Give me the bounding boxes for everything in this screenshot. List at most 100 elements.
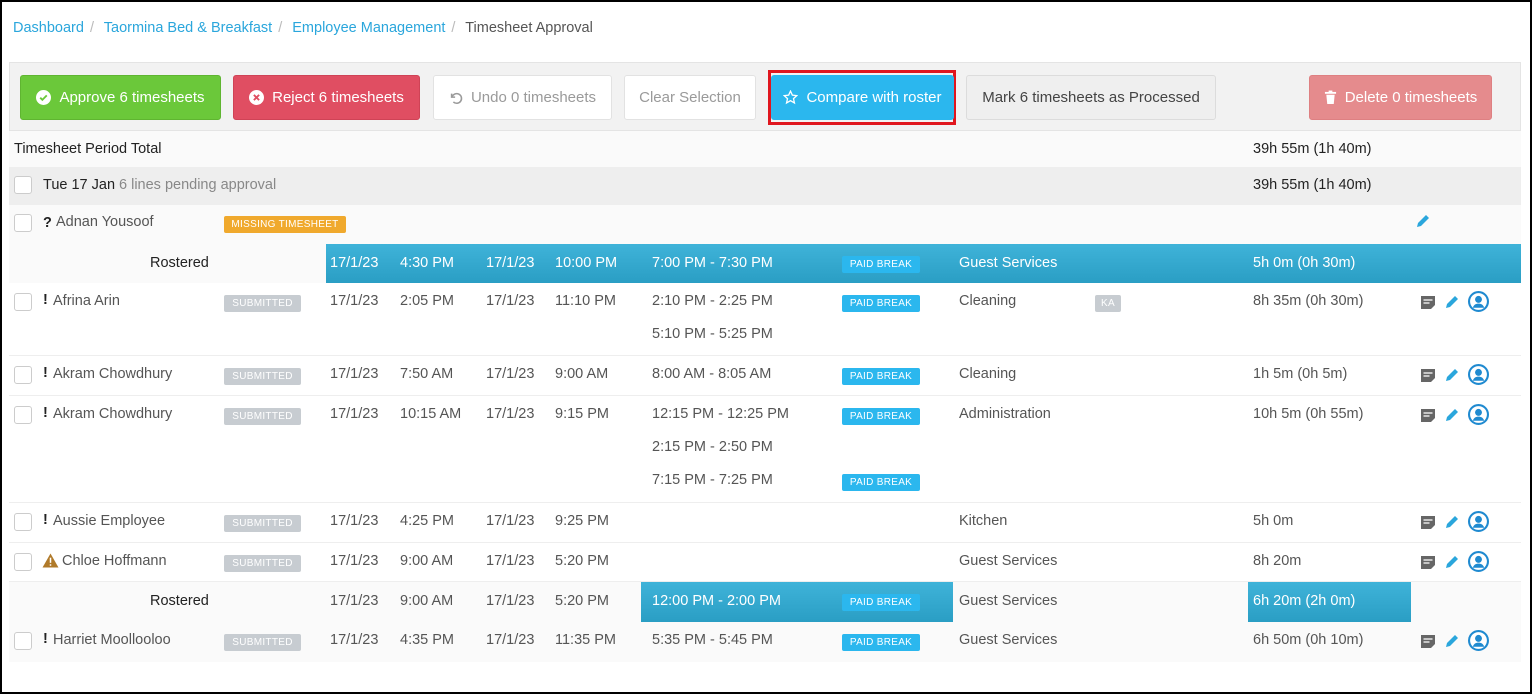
edit-pencil-icon[interactable] bbox=[1444, 554, 1460, 570]
breadcrumb-business[interactable]: Taormina Bed & Breakfast bbox=[104, 20, 272, 36]
compare-label: Compare with roster bbox=[806, 89, 942, 106]
break-time: 5:10 PM - 5:25 PM bbox=[652, 326, 773, 342]
start-time: 2:05 PM bbox=[400, 293, 454, 309]
mark-processed-button[interactable]: Mark 6 timesheets as Processed bbox=[966, 75, 1216, 120]
user-avatar-icon[interactable] bbox=[1468, 404, 1489, 425]
note-icon[interactable] bbox=[1420, 554, 1436, 570]
area-label: Cleaning bbox=[959, 293, 1017, 309]
row-checkbox[interactable] bbox=[14, 632, 32, 650]
timesheet-row: ! Afrina Arin SUBMITTED 17/1/23 2:05 PM … bbox=[9, 283, 1521, 356]
rostered-label: Rostered bbox=[150, 255, 209, 271]
break-time: 12:15 PM - 12:25 PM bbox=[652, 406, 790, 422]
start-date: 17/1/23 bbox=[330, 255, 379, 271]
paid-break-badge: PAID BREAK bbox=[842, 594, 920, 611]
user-avatar-icon[interactable] bbox=[1468, 364, 1489, 385]
approve-label: Approve 6 timesheets bbox=[59, 89, 205, 106]
total-hours: 5h 0m (0h 30m) bbox=[1253, 255, 1356, 271]
row-checkbox[interactable] bbox=[14, 406, 32, 424]
note-icon[interactable] bbox=[1420, 367, 1436, 383]
area-label: Guest Services bbox=[959, 593, 1058, 609]
paid-break-badge: PAID BREAK bbox=[842, 634, 920, 651]
end-time: 5:20 PM bbox=[555, 593, 609, 609]
exclamation-icon: ! bbox=[43, 512, 48, 528]
row-checkbox[interactable] bbox=[14, 293, 32, 311]
break-time: 7:15 PM - 7:25 PM bbox=[652, 472, 773, 488]
user-avatar-icon[interactable] bbox=[1468, 511, 1489, 532]
period-total-row: Timesheet Period Total 39h 55m (1h 40m) bbox=[9, 131, 1521, 167]
day-header-row: Tue 17 Jan 6 lines pending approval 39h … bbox=[9, 167, 1521, 205]
edit-pencil-icon[interactable] bbox=[1444, 294, 1460, 310]
row-actions bbox=[1420, 364, 1489, 385]
reject-label: Reject 6 timesheets bbox=[272, 89, 404, 106]
breadcrumb-current: Timesheet Approval bbox=[465, 20, 593, 36]
note-icon[interactable] bbox=[1420, 633, 1436, 649]
period-total-label: Timesheet Period Total bbox=[14, 141, 162, 157]
area-label: Guest Services bbox=[959, 553, 1058, 569]
note-icon[interactable] bbox=[1420, 294, 1436, 310]
row-checkbox[interactable] bbox=[14, 366, 32, 384]
end-time: 11:35 PM bbox=[555, 632, 616, 648]
user-avatar-icon[interactable] bbox=[1468, 291, 1489, 312]
day-checkbox[interactable] bbox=[14, 176, 32, 194]
breadcrumb-employee-management[interactable]: Employee Management bbox=[292, 20, 445, 36]
edit-pencil-icon[interactable] bbox=[1444, 367, 1460, 383]
paid-break-badge: PAID BREAK bbox=[842, 368, 920, 385]
status-badge: SUBMITTED bbox=[224, 515, 301, 532]
total-hours: 8h 35m (0h 30m) bbox=[1253, 293, 1364, 309]
status-badge: SUBMITTED bbox=[224, 634, 301, 651]
timesheet-row: ! Akram Chowdhury SUBMITTED 17/1/23 7:50… bbox=[9, 356, 1521, 396]
reject-button[interactable]: Reject 6 timesheets bbox=[233, 75, 420, 120]
breadcrumb-dashboard[interactable]: Dashboard bbox=[13, 20, 84, 36]
total-hours: 8h 20m bbox=[1253, 553, 1302, 569]
delete-label: Delete 0 timesheets bbox=[1344, 89, 1478, 106]
edit-pencil-icon[interactable] bbox=[1415, 213, 1431, 233]
status-badge: SUBMITTED bbox=[224, 555, 301, 572]
area-label: Guest Services bbox=[959, 255, 1058, 271]
total-hours: 10h 5m (0h 55m) bbox=[1253, 406, 1364, 422]
end-date: 17/1/23 bbox=[486, 293, 535, 309]
user-avatar-icon[interactable] bbox=[1468, 551, 1489, 572]
mark-processed-label: Mark 6 timesheets as Processed bbox=[982, 89, 1200, 106]
check-circle-icon bbox=[36, 90, 52, 105]
break-time: 2:10 PM - 2:25 PM bbox=[652, 293, 773, 309]
edit-pencil-icon[interactable] bbox=[1444, 407, 1460, 423]
total-hours: 1h 5m (0h 5m) bbox=[1253, 366, 1348, 382]
area-label: Cleaning bbox=[959, 366, 1017, 382]
end-time: 11:10 PM bbox=[555, 293, 616, 309]
edit-pencil-icon[interactable] bbox=[1444, 633, 1460, 649]
employee-name: Akram Chowdhury bbox=[53, 406, 173, 422]
rostered-row: Rostered 17/1/23 4:30 PM 17/1/23 10:00 P… bbox=[9, 244, 1521, 283]
star-icon bbox=[783, 90, 799, 105]
end-date: 17/1/23 bbox=[486, 593, 535, 609]
total-hours: 6h 50m (0h 10m) bbox=[1253, 632, 1364, 648]
end-time: 9:00 AM bbox=[555, 366, 609, 382]
delete-button[interactable]: Delete 0 timesheets bbox=[1309, 75, 1492, 120]
start-date: 17/1/23 bbox=[330, 293, 379, 309]
initials-badge: KA bbox=[1095, 295, 1121, 312]
row-checkbox[interactable] bbox=[14, 553, 32, 571]
total-hours: 6h 20m (2h 0m) bbox=[1253, 593, 1356, 609]
row-actions bbox=[1420, 404, 1489, 425]
missing-timesheet-row: ? Adnan Yousoof MISSING TIMESHEET bbox=[9, 205, 1521, 244]
break-time: 7:00 PM - 7:30 PM bbox=[652, 255, 773, 271]
user-avatar-icon[interactable] bbox=[1468, 630, 1489, 651]
clear-selection-button[interactable]: Clear Selection bbox=[624, 75, 756, 120]
undo-label: Undo 0 timesheets bbox=[470, 89, 597, 106]
note-icon[interactable] bbox=[1420, 514, 1436, 530]
undo-button[interactable]: Undo 0 timesheets bbox=[433, 75, 612, 120]
compare-with-roster-button[interactable]: Compare with roster bbox=[771, 75, 954, 120]
start-time: 7:50 AM bbox=[400, 366, 454, 382]
start-date: 17/1/23 bbox=[330, 366, 379, 382]
row-checkbox[interactable] bbox=[14, 513, 32, 531]
clear-selection-label: Clear Selection bbox=[639, 89, 741, 106]
edit-pencil-icon[interactable] bbox=[1444, 514, 1460, 530]
employee-name: Akram Chowdhury bbox=[53, 366, 173, 382]
timesheet-row: ! Harriet Moollooloo SUBMITTED 17/1/23 4… bbox=[9, 622, 1521, 662]
row-checkbox[interactable] bbox=[14, 214, 32, 232]
start-time: 10:15 AM bbox=[400, 406, 462, 422]
question-icon: ? bbox=[43, 215, 52, 231]
approve-button[interactable]: Approve 6 timesheets bbox=[20, 75, 221, 120]
note-icon[interactable] bbox=[1420, 407, 1436, 423]
start-date: 17/1/23 bbox=[330, 406, 379, 422]
timesheet-row: ! Akram Chowdhury SUBMITTED 17/1/23 10:1… bbox=[9, 396, 1521, 503]
